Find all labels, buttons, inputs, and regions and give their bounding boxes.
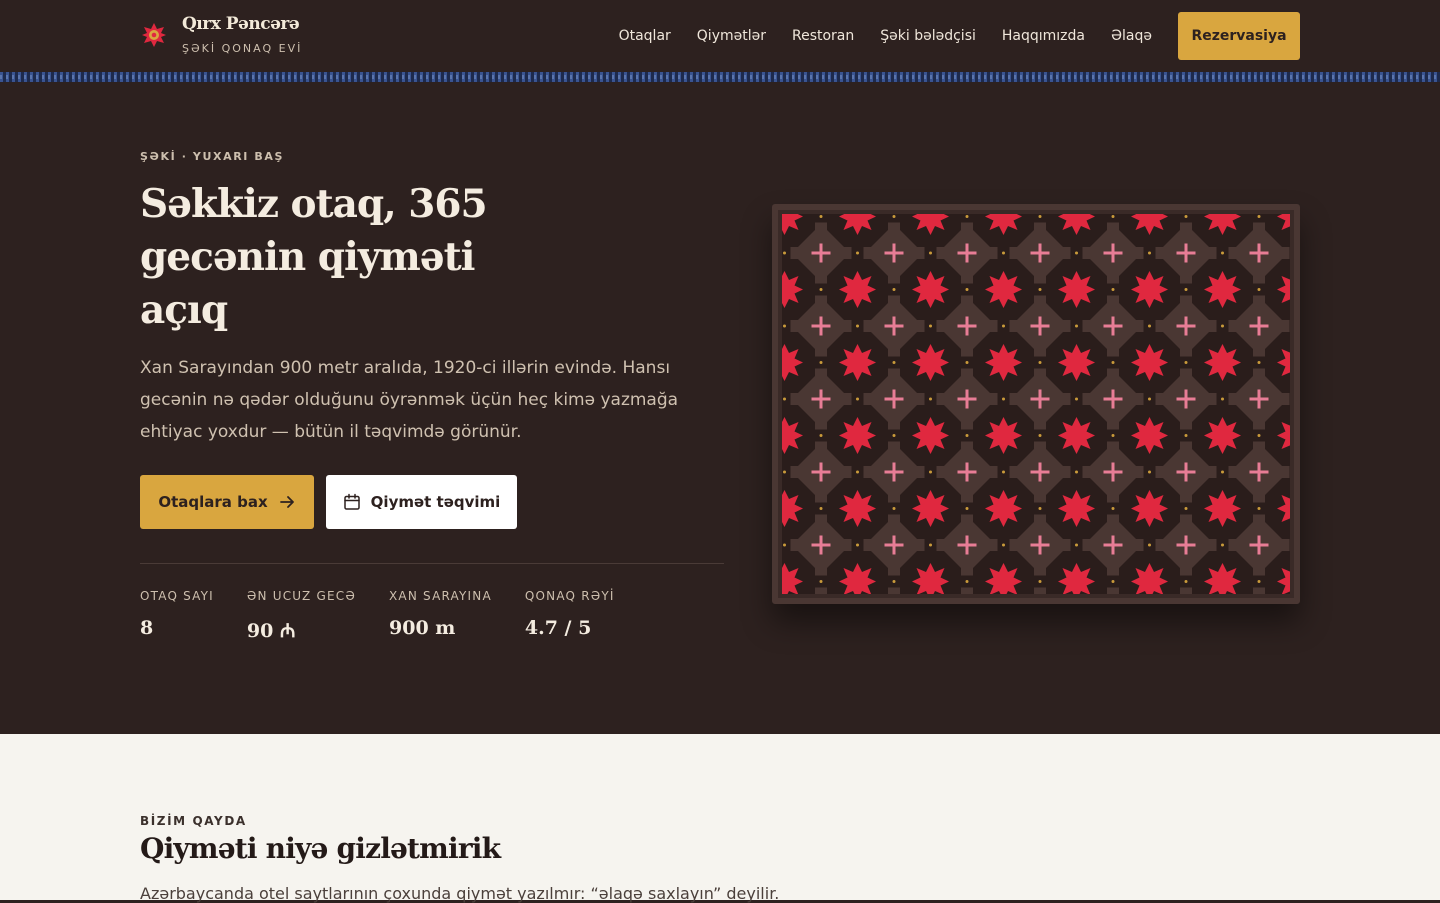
nav-about[interactable]: Haqqımızda [1002, 28, 1085, 44]
price-calendar-label: Qiymət təqvimi [370, 493, 501, 511]
stat-value: 4.7 / 5 [524, 617, 592, 639]
section-text: Azərbaycanda otel saytlarının çoxunda qi… [140, 884, 780, 903]
calendar-icon [343, 493, 360, 510]
why-transparent-section: BİZİM QAYDA Qiyməti niyə gizlətmirik Azə… [0, 734, 1440, 903]
nav-prices[interactable]: Qiymətlər [697, 28, 766, 44]
nav-rooms[interactable]: Otaqlar [619, 28, 671, 44]
stat-value: 90 ₼ [246, 620, 296, 642]
stats-row: OTAQ SAYI 8 ƏN UCUZ GECƏ 90 ₼ XAN SARAYI… [140, 589, 648, 643]
nav-restaurant[interactable]: Restoran [792, 28, 854, 44]
carpet-pattern [778, 210, 1294, 598]
stat-value: 900 m [389, 617, 456, 639]
hero-lead: Xan Sarayından 900 metr aralıda, 1920-ci… [140, 358, 679, 442]
stat-value: 8 [140, 617, 154, 639]
stat-rating: QONAQ RƏYİ 4.7 / 5 [525, 589, 615, 643]
site-header: Qırx Pəncərə ŞƏKİ QONAQ EVİ Otaqlar Qiym… [0, 0, 1440, 72]
view-rooms-button[interactable]: Otaqlara bax [140, 475, 314, 529]
view-rooms-label: Otaqlara bax [158, 493, 268, 511]
stat-label: XAN SARAYINA [389, 589, 492, 603]
carpet-pattern-image [772, 204, 1300, 604]
stat-cheapest-night: ƏN UCUZ GECƏ 90 ₼ [247, 589, 356, 643]
section-eyebrow: BİZİM QAYDA [140, 814, 247, 828]
nav-guide[interactable]: Şəki bələdçisi [880, 28, 976, 44]
brand[interactable]: Qırx Pəncərə ŞƏKİ QONAQ EVİ [140, 14, 302, 55]
nav-contact[interactable]: Əlaqə [1111, 28, 1152, 44]
price-calendar-button[interactable]: Qiymət təqvimi [326, 475, 517, 529]
divider [140, 563, 724, 564]
stat-rooms: OTAQ SAYI 8 [140, 589, 214, 643]
stat-label: OTAQ SAYI [140, 589, 214, 603]
stat-distance: XAN SARAYINA 900 m [389, 589, 492, 643]
main-nav: Otaqlar Qiymətlər Restoran Şəki bələdçis… [619, 12, 1300, 60]
ornament-stripe [0, 72, 1440, 82]
arrow-right-icon [279, 496, 294, 508]
hero-section: ŞƏKİ · YUXARI BAŞ Səkkiz otaq, 365 gecən… [0, 82, 1440, 734]
star-rosette-icon [142, 22, 166, 47]
hero-title: Səkkiz otaq, 365 gecənin qiyməti açıq [140, 181, 488, 333]
stat-label: ƏN UCUZ GECƏ [246, 589, 357, 603]
brand-name: Qırx Pəncərə [182, 14, 300, 34]
section-title: Qiyməti niyə gizlətmirik [140, 832, 501, 865]
reservation-button[interactable]: Rezervasiya [1178, 12, 1300, 60]
stat-label: QONAQ RƏYİ [524, 589, 615, 603]
hero-eyebrow: ŞƏKİ · YUXARI BAŞ [140, 150, 285, 163]
brand-subtitle: ŞƏKİ QONAQ EVİ [182, 42, 303, 55]
